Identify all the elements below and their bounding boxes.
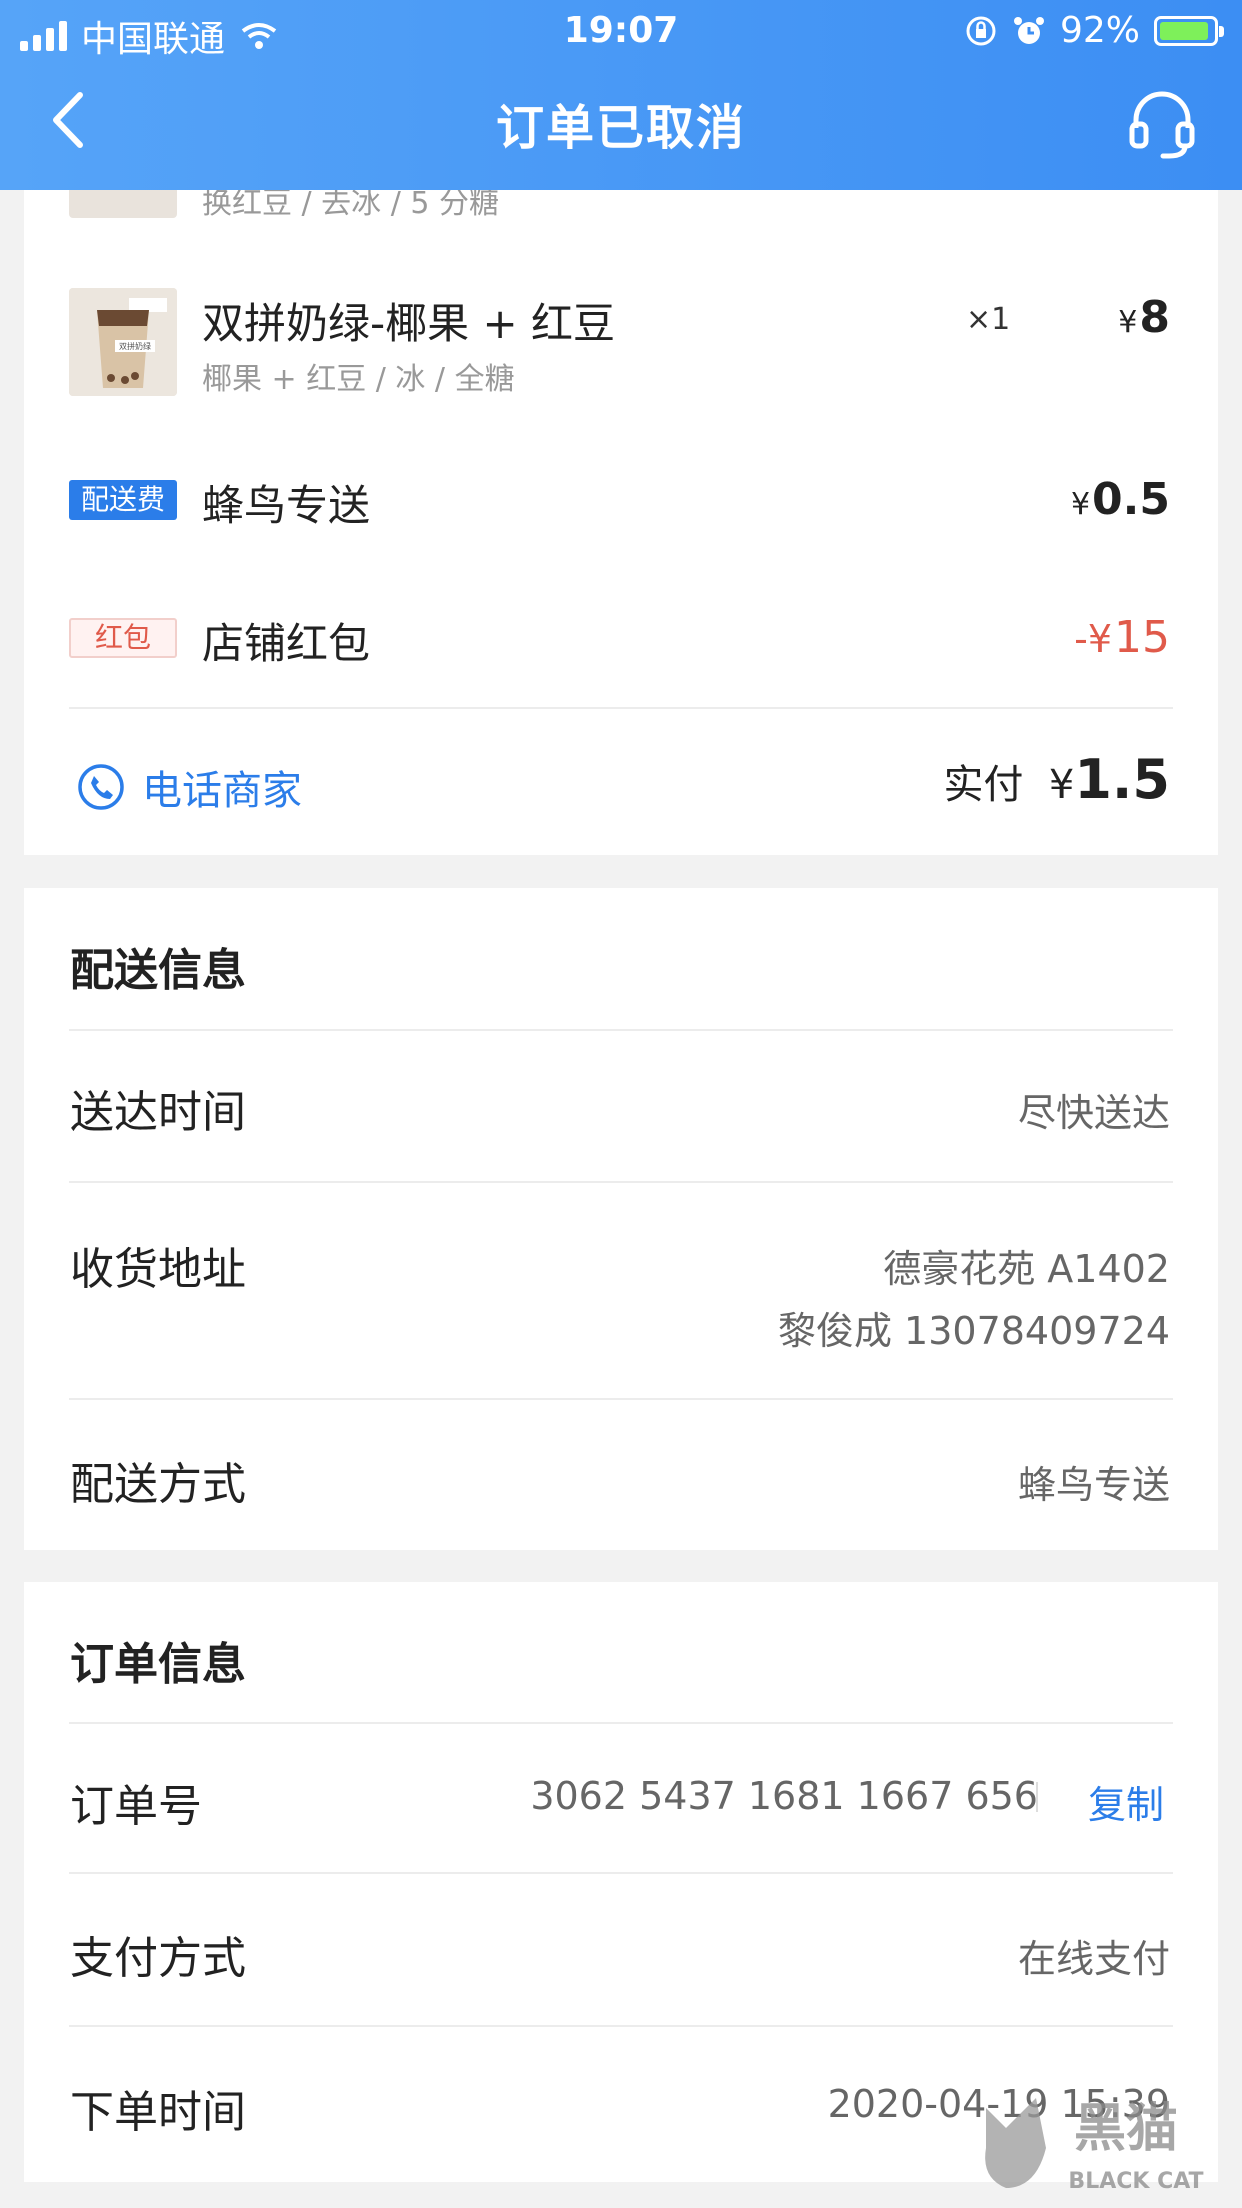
item-thumbnail: 双拼奶绿 xyxy=(69,288,177,396)
phone-icon xyxy=(78,764,124,810)
delivery-method-label: 配送方式 xyxy=(70,1459,246,1510)
item-quantity: ×1 xyxy=(966,302,1011,337)
svg-text:黑猫: 黑猫 xyxy=(1074,2099,1178,2159)
section-title: 订单信息 xyxy=(70,1639,246,1690)
battery-icon xyxy=(1154,15,1224,46)
item-name: 双拼奶绿-椰果 + 红豆 xyxy=(202,299,616,348)
order-number-label: 订单号 xyxy=(70,1781,202,1832)
thumb-label: 双拼奶绿 xyxy=(119,341,151,351)
delivery-info-card: 配送信息 送达时间 尽快送达 收货地址 德豪花苑 A1402 黎俊成 13078… xyxy=(24,888,1218,1550)
divider xyxy=(69,1181,1173,1183)
section-title: 配送信息 xyxy=(70,945,246,996)
divider xyxy=(69,1872,1173,1874)
red-packet-tag: 红包 xyxy=(69,618,177,658)
payment-method-value: 在线支付 xyxy=(1017,1937,1170,1981)
divider xyxy=(69,1722,1173,1724)
status-bar: 中国联通 19:07 92% xyxy=(0,0,1242,62)
delivery-fee-amount: ¥0.5 xyxy=(1070,474,1170,525)
delivery-method-value: 蜂鸟专送 xyxy=(1017,1463,1170,1507)
battery-percent: 92% xyxy=(1059,10,1140,51)
order-time-label: 下单时间 xyxy=(70,2087,246,2138)
divider xyxy=(69,2025,1173,2027)
milk-tea-image: 双拼奶绿 xyxy=(69,288,177,396)
divider xyxy=(69,1398,1173,1400)
paid-total: 实付 ¥1.5 xyxy=(943,748,1170,811)
top-bar: 中国联通 19:07 92% 订单已取消 xyxy=(0,0,1242,190)
page-title: 订单已取消 xyxy=(495,100,746,156)
red-packet-amount: -¥15 xyxy=(1074,612,1170,663)
rotation-lock-icon xyxy=(966,16,996,45)
call-merchant-button[interactable]: 电话商家 xyxy=(76,758,302,816)
address-label: 收货地址 xyxy=(70,1244,246,1295)
black-cat-watermark: 黑猫 BLACK CAT xyxy=(985,2098,1204,2194)
status-right: 92% xyxy=(964,10,1224,51)
address-value: 德豪花苑 A1402 xyxy=(883,1247,1170,1291)
delivery-fee-tag: 配送费 xyxy=(69,480,177,520)
alarm-icon xyxy=(1013,16,1044,44)
recipient-value: 黎俊成 13078409724 xyxy=(777,1309,1170,1353)
delivery-time-value: 尽快送达 xyxy=(1017,1091,1170,1135)
svg-text:BLACK CAT: BLACK CAT xyxy=(1068,2169,1203,2194)
item-spec: 椰果 + 红豆 / 冰 / 全糖 xyxy=(202,362,515,397)
divider xyxy=(69,707,1173,709)
call-merchant-label: 电话商家 xyxy=(142,768,302,814)
customer-service-icon[interactable] xyxy=(1126,88,1198,160)
order-number-value: 3062 5437 1681 1667 656 xyxy=(530,1774,1038,1818)
order-items-card: 换红豆 / 去冰 / 5 分糖 双拼奶绿 双拼奶绿-椰果 + 红豆 椰果 + 红… xyxy=(24,110,1218,855)
item-price: ¥8 xyxy=(1118,292,1170,343)
copy-button[interactable]: 复制 xyxy=(1088,1774,1164,1829)
delivery-time-label: 送达时间 xyxy=(70,1087,246,1138)
red-packet-name: 店铺红包 xyxy=(202,619,371,668)
payment-method-label: 支付方式 xyxy=(70,1933,246,1984)
copy-separator xyxy=(1036,1782,1038,1812)
delivery-fee-name: 蜂鸟专送 xyxy=(202,481,371,530)
divider xyxy=(69,1029,1173,1031)
